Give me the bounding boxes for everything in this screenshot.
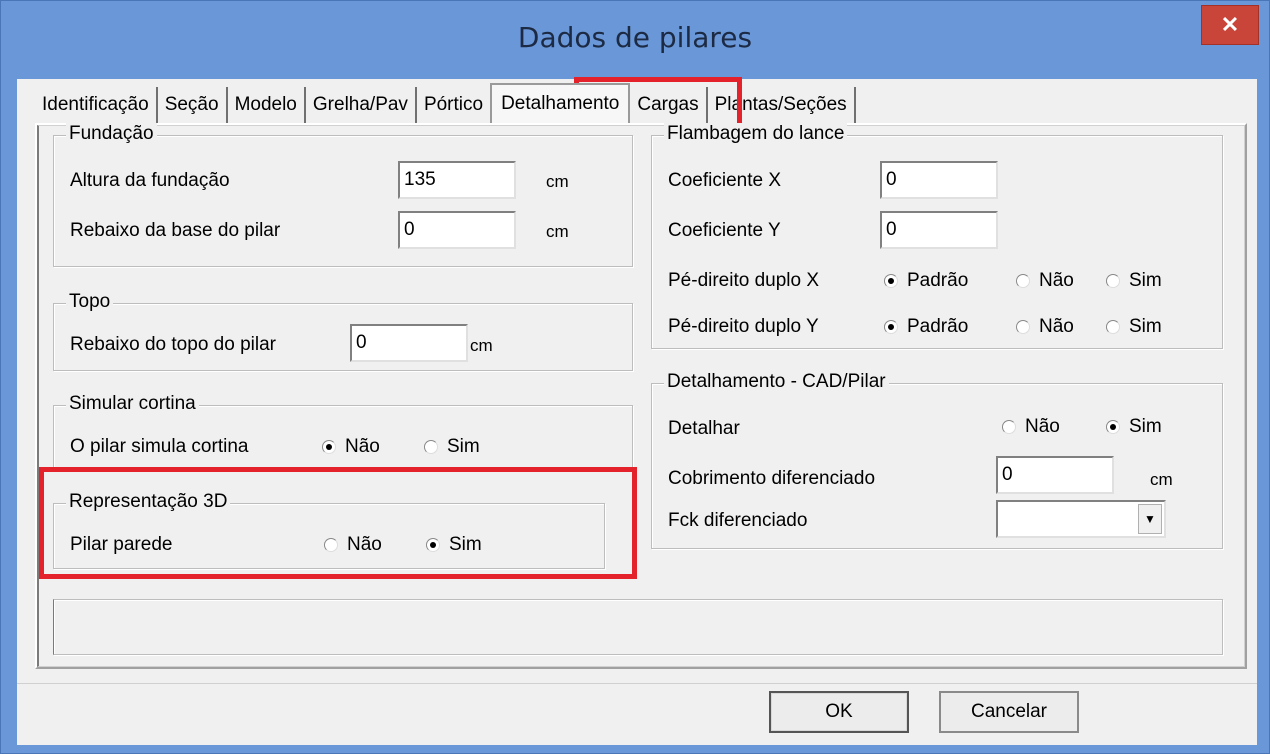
rebaixo-base-label: Rebaixo da base do pilar (70, 220, 281, 241)
group-title-topo: Topo (66, 291, 114, 313)
radio-label: Sim (1129, 416, 1162, 437)
radio-label: Não (1039, 270, 1074, 291)
rebaixo-topo-unit: cm (470, 336, 493, 355)
radio-dot (1106, 320, 1120, 334)
empty-group-area (53, 599, 1223, 655)
tab-identificacao[interactable]: Identificação (35, 87, 156, 123)
altura-fundacao-input[interactable] (398, 161, 516, 199)
radio-dot (884, 274, 898, 288)
altura-fundacao-unit: cm (546, 172, 569, 191)
group-title-representacao-3d: Representação 3D (66, 491, 231, 513)
group-detalhamento-cad: Detalhamento - CAD/Pilar Detalhar Não Si… (651, 371, 1223, 549)
group-title-cortina: Simular cortina (66, 393, 199, 415)
tab-secao[interactable]: Seção (155, 87, 226, 123)
cortina-radio-sim[interactable]: Sim (424, 436, 480, 458)
fck-select[interactable]: ▼ (996, 500, 1166, 538)
group-fundacao: Fundação Altura da fundação cm Rebaixo d… (53, 123, 633, 267)
radio-label: Sim (449, 534, 482, 555)
radio-dot (322, 440, 336, 454)
radio-label: Sim (447, 436, 480, 457)
dialog-client: Identificação Seção Modelo Grelha/Pav Pó… (17, 77, 1257, 745)
radio-dot (1016, 320, 1030, 334)
ok-button[interactable]: OK (769, 691, 909, 733)
detalhar-radio-nao[interactable]: Não (1002, 416, 1060, 438)
tab-panel: Fundação Altura da fundação cm Rebaixo d… (35, 123, 1247, 669)
pdy-radio-sim[interactable]: Sim (1106, 316, 1162, 338)
coef-x-label: Coeficiente X (668, 170, 782, 191)
window-title: Dados de pilares (517, 21, 753, 54)
coef-y-label: Coeficiente Y (668, 220, 781, 241)
tab-strip: Identificação Seção Modelo Grelha/Pav Pó… (35, 83, 856, 123)
radio-dot (426, 538, 440, 552)
pdx-radio-sim[interactable]: Sim (1106, 270, 1162, 292)
tab-grelha-pav[interactable]: Grelha/Pav (303, 87, 415, 123)
dialog-window: Dados de pilares ✕ Identificação Seção M… (0, 0, 1270, 754)
cancel-button[interactable]: Cancelar (939, 691, 1079, 733)
close-button[interactable]: ✕ (1201, 5, 1259, 45)
radio-label: Sim (1129, 270, 1162, 291)
pilar-parede-radio-sim[interactable]: Sim (426, 534, 482, 556)
tab-modelo[interactable]: Modelo (225, 87, 304, 123)
group-topo: Topo Rebaixo do topo do pilar cm (53, 291, 633, 371)
group-cortina: Simular cortina O pilar simula cortina N… (53, 393, 633, 471)
tab-portico[interactable]: Pórtico (414, 87, 490, 123)
detalhar-label: Detalhar (668, 418, 740, 439)
cobrimento-unit: cm (1150, 470, 1173, 489)
detalhar-radio-sim[interactable]: Sim (1106, 416, 1162, 438)
pilar-parede-radio-nao[interactable]: Não (324, 534, 382, 556)
radio-label: Não (345, 436, 380, 457)
tab-detalhamento[interactable]: Detalhamento (490, 83, 631, 123)
close-icon: ✕ (1220, 12, 1240, 37)
rebaixo-base-unit: cm (546, 222, 569, 241)
radio-label: Não (347, 534, 382, 555)
radio-label: Sim (1129, 316, 1162, 337)
radio-dot (1106, 420, 1120, 434)
rebaixo-topo-input[interactable] (350, 324, 468, 362)
fck-label: Fck diferenciado (668, 510, 808, 531)
radio-dot (884, 320, 898, 334)
radio-label: Não (1025, 416, 1060, 437)
radio-dot (1002, 420, 1016, 434)
pe-direito-x-label: Pé-direito duplo X (668, 270, 820, 291)
coef-x-input[interactable] (880, 161, 998, 199)
group-title-detalhamento-cad: Detalhamento - CAD/Pilar (664, 371, 889, 393)
cortina-radio-nao[interactable]: Não (322, 436, 380, 458)
rebaixo-base-input[interactable] (398, 211, 516, 249)
cobrimento-label: Cobrimento diferenciado (668, 468, 876, 489)
radio-dot (1106, 274, 1120, 288)
group-title-flambagem: Flambagem do lance (664, 123, 848, 145)
cobrimento-input[interactable] (996, 456, 1114, 494)
group-representacao-3d: Representação 3D Pilar parede Não Sim (53, 491, 605, 569)
chevron-down-icon[interactable]: ▼ (1138, 504, 1162, 534)
radio-dot (1016, 274, 1030, 288)
group-title-fundacao: Fundação (66, 123, 157, 145)
altura-fundacao-label: Altura da fundação (70, 170, 230, 191)
radio-dot (424, 440, 438, 454)
radio-dot (324, 538, 338, 552)
pdx-radio-padrao[interactable]: Padrão (884, 270, 968, 292)
pe-direito-y-label: Pé-direito duplo Y (668, 316, 819, 337)
title-bar[interactable]: Dados de pilares ✕ (1, 1, 1269, 81)
radio-label: Padrão (907, 270, 969, 291)
pilar-parede-label: Pilar parede (70, 534, 173, 555)
coef-y-input[interactable] (880, 211, 998, 249)
rebaixo-topo-label: Rebaixo do topo do pilar (70, 334, 276, 355)
pdy-radio-nao[interactable]: Não (1016, 316, 1074, 338)
pdx-radio-nao[interactable]: Não (1016, 270, 1074, 292)
pdy-radio-padrao[interactable]: Padrão (884, 316, 968, 338)
tab-cargas[interactable]: Cargas (630, 87, 705, 123)
radio-label: Padrão (907, 316, 969, 337)
cortina-label: O pilar simula cortina (70, 436, 249, 457)
radio-label: Não (1039, 316, 1074, 337)
tab-plantas-secoes[interactable]: Plantas/Seções (705, 87, 856, 123)
group-flambagem: Flambagem do lance Coeficiente X Coefici… (651, 123, 1223, 349)
